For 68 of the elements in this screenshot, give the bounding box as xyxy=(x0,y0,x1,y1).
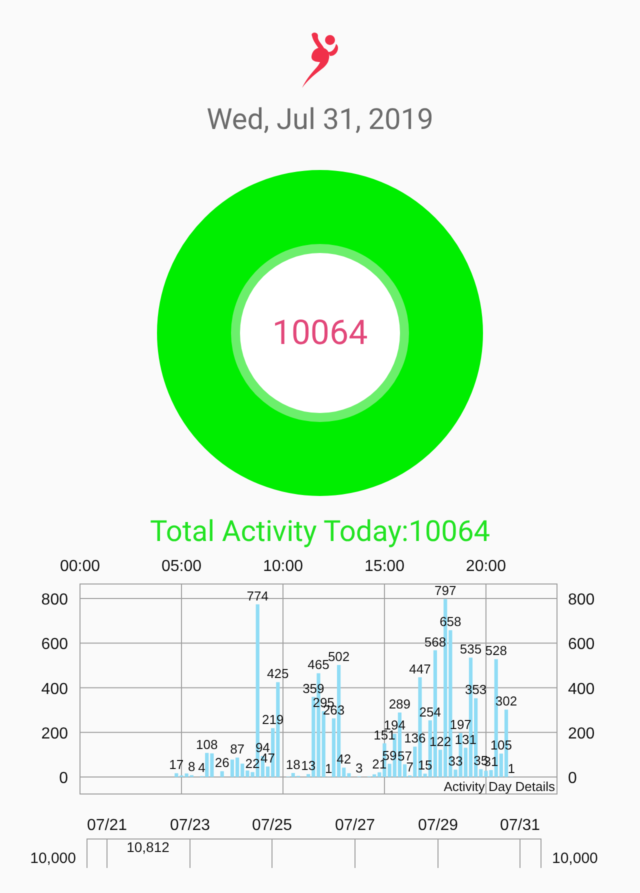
bar-value-label: 774 xyxy=(246,588,268,604)
x-axis-label: 15:00 xyxy=(364,558,404,575)
bar-value-label: 502 xyxy=(328,649,350,664)
date-title: Wed, Jul 31, 2019 xyxy=(206,102,434,138)
bar-value-label: 254 xyxy=(419,704,441,720)
x-axis-label: 07/29 xyxy=(418,817,458,834)
bar-value-label: 797 xyxy=(434,583,456,598)
bar-value-label: 22 xyxy=(245,756,260,772)
bar-value-label: 15 xyxy=(418,758,432,773)
bar-value-label: 289 xyxy=(388,696,411,712)
bar-value-label: 21 xyxy=(372,756,387,772)
bar-value-label: 535 xyxy=(460,642,482,657)
bar-value-label: 658 xyxy=(440,614,462,630)
x-axis-label: 07/25 xyxy=(252,817,292,834)
bar-value-label: 1 xyxy=(508,760,515,776)
bar-value-label: 447 xyxy=(409,661,431,676)
bar-value-label: 17 xyxy=(169,757,184,772)
bar-value-label: 353 xyxy=(464,682,487,698)
y-axis-label: 400 xyxy=(41,680,68,698)
x-axis-label: 20:00 xyxy=(466,558,506,575)
bar xyxy=(220,771,224,777)
bar-value-label: 87 xyxy=(230,742,245,757)
y-axis-label: 10,000 xyxy=(30,850,76,867)
y-axis-label: 200 xyxy=(41,725,68,742)
x-axis-label: 00:00 xyxy=(60,558,100,575)
step-count: 10064 xyxy=(272,313,368,353)
x-axis-label: 05:00 xyxy=(161,558,202,575)
total-activity: Total Activity Today:10064 xyxy=(150,514,490,550)
bar-value-label: 10,812 xyxy=(126,839,170,855)
y-axis-label: 0 xyxy=(59,770,68,787)
bar-value-label: 122 xyxy=(429,734,452,749)
x-axis-label: 07/31 xyxy=(500,817,540,834)
bar-value-label: 4 xyxy=(198,760,206,776)
y-axis-label: 600 xyxy=(41,636,68,654)
runner-icon xyxy=(300,32,340,88)
bar-value-label: 219 xyxy=(262,712,284,728)
bar-value-label: 568 xyxy=(424,634,446,650)
bar-value-label: 13 xyxy=(301,758,316,774)
y-axis-label: 200 xyxy=(568,725,595,742)
bar-value-label: 3 xyxy=(355,760,363,776)
chart-description: Activity Day Details xyxy=(444,779,555,794)
bar-value-label: 108 xyxy=(196,736,218,752)
y-axis-label: 800 xyxy=(568,592,595,608)
bar-value-label: 131 xyxy=(454,732,476,747)
bar-value-label: 8 xyxy=(188,759,196,774)
bar-value-label: 465 xyxy=(308,657,330,672)
x-axis-label: 10:00 xyxy=(262,558,303,575)
y-axis-label: 0 xyxy=(568,770,577,787)
bar-value-label: 136 xyxy=(404,730,426,746)
bar-value-label: 425 xyxy=(267,666,289,682)
x-axis-label: 07/21 xyxy=(86,817,128,834)
y-axis-label: 400 xyxy=(568,680,595,698)
y-axis-label: 10,000 xyxy=(552,850,598,867)
bar-value-label: 359 xyxy=(302,680,324,696)
y-axis-label: 800 xyxy=(41,592,68,608)
y-axis-label: 600 xyxy=(568,636,595,654)
bar-value-label: 105 xyxy=(490,738,512,753)
bar-value-label: 302 xyxy=(495,694,518,709)
bar-value-label: 197 xyxy=(450,717,472,732)
bar-value-label: 33 xyxy=(448,754,463,769)
bar-value-label: 18 xyxy=(286,756,300,772)
bar-value-label: 26 xyxy=(214,755,230,770)
bar-value-label: 47 xyxy=(260,750,275,766)
bar-value-label: 528 xyxy=(485,643,507,658)
x-axis-label: 07/23 xyxy=(170,817,210,834)
bar-value-label: 42 xyxy=(336,752,352,767)
x-axis-label: 07/27 xyxy=(334,817,376,834)
bar-value-label: 1 xyxy=(325,760,332,776)
